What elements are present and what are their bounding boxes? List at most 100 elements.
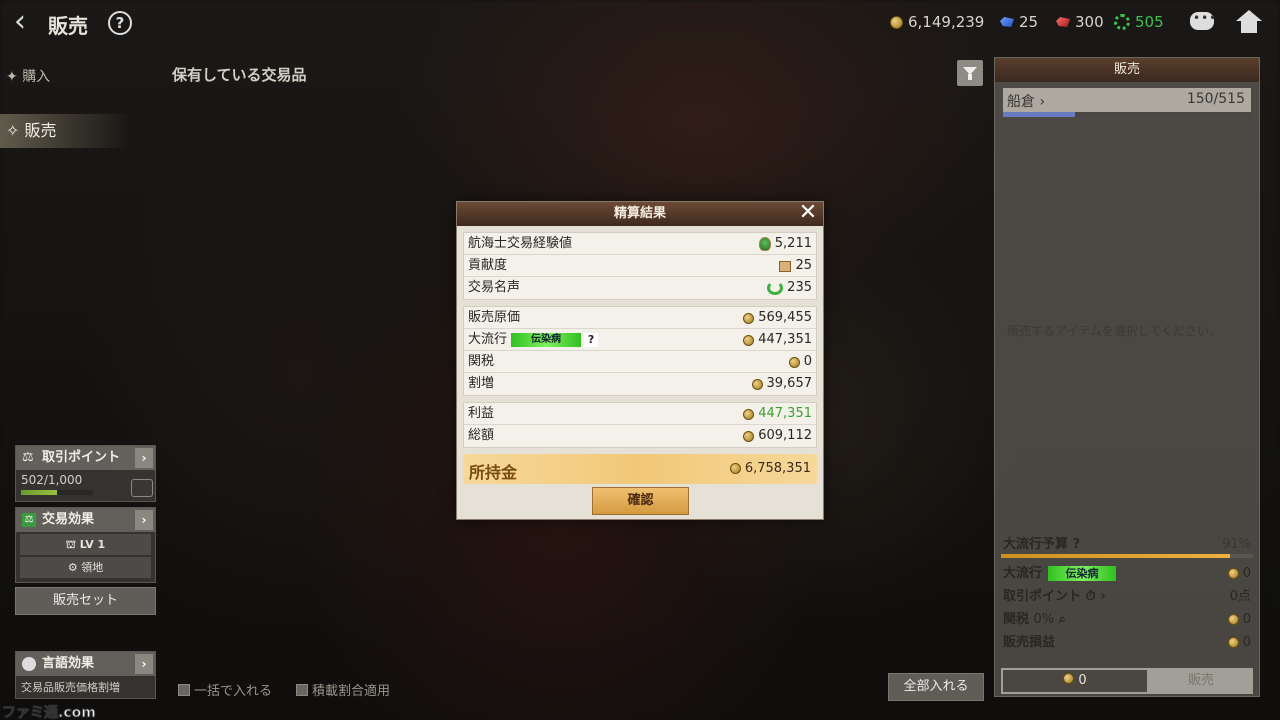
- all-in-button[interactable]: 全部入れる: [888, 673, 984, 701]
- plague-tag: 伝染病: [1048, 566, 1117, 581]
- reward-label: 貢献度: [468, 258, 508, 273]
- trend-label: 大流行: [1003, 566, 1043, 581]
- nav-buy[interactable]: ✦ 購入: [6, 66, 50, 86]
- tax-label: 関税: [1003, 612, 1030, 627]
- trade-effect-header[interactable]: ⚖ 交易効果 ›: [16, 508, 155, 532]
- tax-value: 0: [803, 354, 812, 369]
- trade-points-bar: [21, 490, 93, 495]
- profit-value: 447,351: [758, 406, 812, 421]
- help-icon[interactable]: ?: [584, 332, 599, 347]
- reward-value: 25: [795, 258, 812, 273]
- coin-icon: [729, 463, 741, 474]
- trade-points-title: 取引ポイント: [42, 450, 121, 465]
- checkbox-icon[interactable]: [178, 683, 190, 696]
- timer-icon[interactable]: ⏱: [1086, 589, 1096, 604]
- coin-icon: [1227, 614, 1239, 625]
- tax-row: 関税 0% ⌕ 0: [1001, 608, 1253, 631]
- sell-set-button[interactable]: 販売セット: [15, 587, 156, 615]
- reward-label: 航海士交易経験値: [468, 236, 573, 251]
- help-icon[interactable]: ?: [1073, 537, 1081, 552]
- coin-icon: [1063, 673, 1075, 684]
- coin-icon: [1227, 568, 1239, 579]
- chat-icon[interactable]: [1190, 11, 1217, 30]
- trade-effect-icon: ⚖: [22, 513, 36, 527]
- dialog-title: 精算結果: [613, 206, 666, 221]
- chevron-right-icon[interactable]: ›: [1100, 589, 1105, 604]
- sell-summary: 大流行予算 ? 91% 大流行 伝染病 0 取引ポイント ⏱ › 0点 関税 0%…: [1001, 536, 1253, 654]
- speech-icon: [22, 657, 36, 671]
- chevron-right-icon: ›: [1039, 94, 1046, 110]
- nav-sell[interactable]: ✧ 販売: [0, 114, 130, 148]
- loss-label: 販売損益: [1003, 635, 1056, 650]
- chest-icon: [131, 479, 153, 497]
- coin-value: 6,149,239: [908, 13, 985, 31]
- filter-icon[interactable]: [957, 60, 983, 86]
- profit-label: 利益: [468, 406, 495, 421]
- gold-row: 所持金 6,758,351: [463, 454, 817, 484]
- sell-count-value: 0: [1078, 673, 1087, 688]
- budget-bar: [1001, 554, 1253, 558]
- total-label: 総額: [468, 428, 495, 443]
- sell-panel-title: 販売: [995, 58, 1259, 82]
- trade-effect-panel: ⚖ 交易効果 › ⛫ LV 1 ⚙ 領地: [15, 507, 156, 583]
- trade-points-bar-fill: [21, 490, 58, 495]
- batch-label: 一括で入れる: [194, 684, 273, 699]
- ratio-checkbox[interactable]: 積載割合適用: [296, 680, 390, 699]
- scale-icon: ⚖: [22, 450, 34, 465]
- trend-value: 0: [1242, 566, 1251, 581]
- settlement-dialog: 精算結果 ✕ 航海士交易経験値 5,211 貢献度 25 交易名声 235 販売…: [456, 201, 824, 520]
- sell-button[interactable]: 販売: [1149, 670, 1253, 692]
- top-bar: ‹ 販売 ? 6,149,239 25 300 505: [0, 0, 1280, 46]
- section-heading: 保有している交易品: [172, 66, 307, 84]
- loss-value: 0: [1242, 635, 1251, 650]
- trade-effect-territory: ⚙ 領地: [20, 557, 151, 578]
- page-title: 販売: [48, 14, 88, 38]
- trade-effect-territory-text: 領地: [81, 561, 104, 574]
- cost-value: 569,455: [758, 310, 812, 325]
- help-icon[interactable]: ?: [108, 11, 132, 35]
- trade-points-header[interactable]: ⚖ 取引ポイント ›: [16, 446, 155, 470]
- magnifier-icon[interactable]: ⌕: [1059, 612, 1066, 627]
- hold-row[interactable]: 船倉 › 150/515: [1003, 88, 1251, 112]
- budget-label: 大流行予算: [1003, 537, 1069, 552]
- trade-effect-title: 交易効果: [42, 512, 95, 527]
- loss-row: 販売損益 0: [1001, 631, 1253, 654]
- green-gear-value: 505: [1135, 13, 1164, 31]
- coin-icon: [743, 408, 755, 420]
- close-icon[interactable]: ✕: [797, 202, 819, 225]
- chevron-right-icon[interactable]: ›: [135, 448, 153, 468]
- nav-buy-label: 購入: [22, 69, 51, 85]
- currency-coin: 6,149,239: [890, 13, 984, 31]
- coin-icon: [743, 334, 755, 346]
- confirm-button[interactable]: 確認: [592, 487, 689, 515]
- coin-icon: [890, 15, 903, 29]
- red-gem-icon: [1056, 17, 1070, 27]
- back-arrow-icon[interactable]: ‹: [14, 7, 38, 38]
- home-icon[interactable]: [1236, 10, 1262, 34]
- chevron-right-icon[interactable]: ›: [135, 510, 153, 530]
- hold-label: 船倉: [1007, 94, 1035, 110]
- blue-gem-icon: [1000, 17, 1014, 27]
- medal-icon: [758, 237, 771, 251]
- profit-row: 利益 447,351: [464, 403, 816, 425]
- currency-blue-gem: 25: [1000, 13, 1038, 31]
- tax-row: 関税 0: [464, 351, 816, 373]
- currency-red-gem: 300: [1056, 13, 1104, 31]
- batch-checkbox[interactable]: 一括で入れる: [178, 680, 272, 699]
- tax-value: 0: [1242, 612, 1251, 627]
- bonus-row: 割増 39,657: [464, 373, 816, 395]
- hold-bar-fill: [1003, 112, 1076, 117]
- checkbox-icon[interactable]: [296, 683, 308, 696]
- laurel-icon: [767, 281, 784, 295]
- points-value: 0点: [1229, 589, 1251, 604]
- language-effect-header[interactable]: 言語効果 ›: [16, 652, 155, 676]
- ratio-label: 積載割合適用: [312, 684, 391, 699]
- blue-gem-value: 25: [1019, 13, 1039, 31]
- tax-rate: 0%: [1033, 612, 1055, 627]
- chevron-right-icon[interactable]: ›: [135, 654, 153, 674]
- language-effect-panel: 言語効果 › 交易品販売価格割増: [15, 651, 156, 699]
- reward-row: 貢献度 25: [464, 255, 816, 277]
- sell-bar: 0 販売: [1001, 668, 1253, 694]
- points-label: 取引ポイント: [1003, 589, 1082, 604]
- cost-label: 販売原価: [468, 310, 521, 325]
